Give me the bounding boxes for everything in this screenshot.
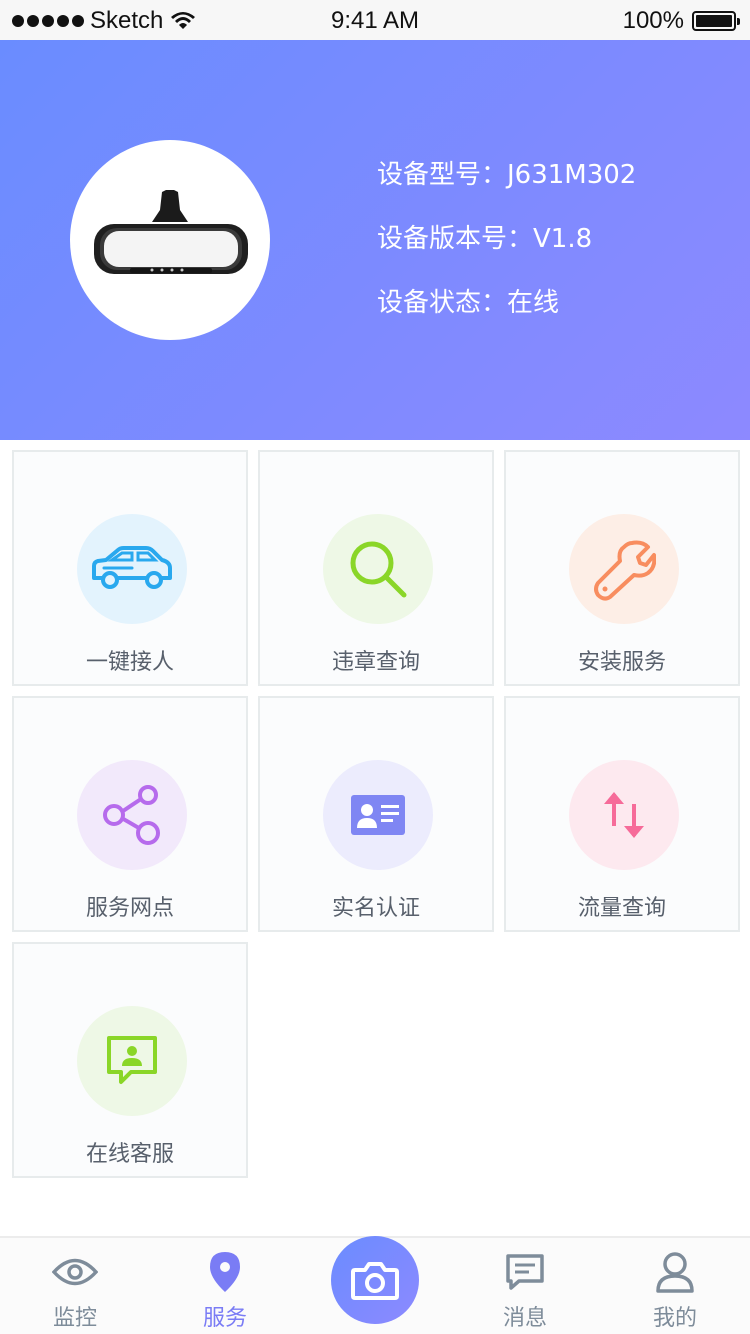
status-bar: Sketch 9:41 AM 100% — [0, 0, 750, 40]
service-label: 服务网点 — [85, 896, 174, 921]
service-icon-circle — [323, 514, 433, 624]
service-item-pickup[interactable]: 一键接人 — [12, 450, 248, 686]
service-item-install[interactable]: 安装服务 — [504, 450, 740, 686]
service-label: 违章查询 — [331, 650, 420, 675]
device-header: 设备型号：J631M302 设备版本号：V1.8 设备状态：在线 — [0, 40, 750, 440]
user-icon — [656, 1252, 694, 1293]
message-icon — [506, 1254, 544, 1290]
battery-group: 100% — [622, 7, 740, 35]
service-icon-circle — [77, 760, 187, 870]
device-status: 设备状态：在线 — [377, 288, 560, 318]
tab-label: 监控 — [52, 1306, 97, 1331]
service-icon-circle — [569, 760, 679, 870]
device-model: 设备型号：J631M302 — [377, 160, 637, 190]
service-icon-circle — [569, 514, 679, 624]
tab-label: 服务 — [202, 1306, 247, 1331]
wrench-icon — [594, 540, 656, 601]
device-version: 设备版本号：V1.8 — [377, 224, 593, 254]
service-label: 流量查询 — [577, 896, 666, 921]
service-label: 安装服务 — [577, 650, 666, 675]
service-item-realname[interactable]: 实名认证 — [258, 696, 494, 932]
camera-icon — [351, 1262, 399, 1300]
camera-button[interactable] — [331, 1236, 419, 1324]
tab-mine[interactable]: 我的 — [600, 1238, 750, 1334]
battery-icon — [692, 11, 740, 31]
device-image — [70, 140, 270, 340]
search-icon — [350, 541, 407, 598]
tab-monitor[interactable]: 监控 — [0, 1238, 150, 1334]
location-pin-icon — [210, 1252, 240, 1292]
service-label: 一键接人 — [85, 650, 174, 675]
eye-icon — [52, 1258, 98, 1286]
chat-user-icon — [107, 1036, 157, 1084]
rearview-mirror-icon — [94, 190, 248, 274]
service-icon-circle — [77, 1006, 187, 1116]
transfer-icon — [604, 792, 644, 838]
device-info: 设备型号：J631M302 设备版本号：V1.8 设备状态：在线 — [377, 155, 636, 347]
car-icon — [92, 546, 172, 589]
tab-service[interactable]: 服务 — [150, 1238, 300, 1334]
battery-percent: 100% — [622, 7, 684, 34]
tab-messages[interactable]: 消息 — [450, 1238, 600, 1334]
service-label: 在线客服 — [85, 1142, 174, 1167]
tab-label: 消息 — [502, 1306, 547, 1331]
service-item-traffic[interactable]: 流量查询 — [504, 696, 740, 932]
id-card-icon — [351, 795, 405, 835]
tab-label: 我的 — [652, 1306, 697, 1331]
service-icon-circle — [77, 514, 187, 624]
service-label: 实名认证 — [331, 896, 420, 921]
service-item-support[interactable]: 在线客服 — [12, 942, 248, 1178]
share-icon — [103, 785, 160, 845]
service-item-outlets[interactable]: 服务网点 — [12, 696, 248, 932]
tab-bar: 监控 服务 消息 我的 — [0, 1236, 750, 1334]
service-icon-circle — [323, 760, 433, 870]
service-item-violation[interactable]: 违章查询 — [258, 450, 494, 686]
